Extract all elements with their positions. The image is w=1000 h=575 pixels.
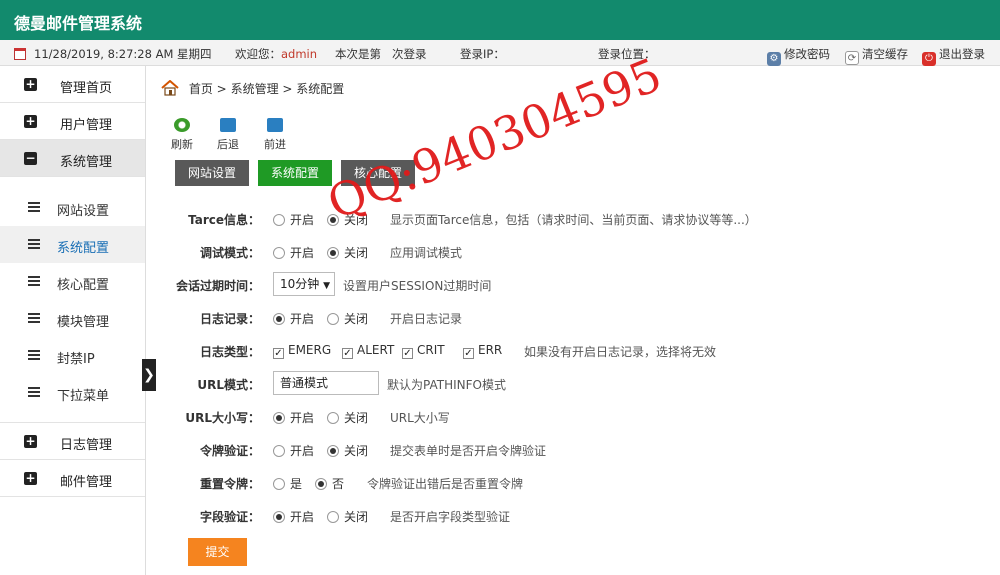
fieldcheck-on-radio[interactable]: 开启 (273, 508, 314, 525)
row-log: 日志记录： 开启 关闭 开启日志记录 (199, 310, 463, 327)
username: admin (281, 47, 318, 61)
clear-cache-link[interactable]: ⟳ 清空缓存 (845, 46, 908, 65)
refresh-button[interactable]: 刷新 (167, 118, 197, 152)
change-password-link[interactable]: ⚙ 修改密码 (767, 46, 830, 66)
token-off-radio[interactable]: 关闭 (327, 442, 368, 459)
dropdown-arrow-icon: ▼ (323, 281, 331, 291)
tarce-off-radio[interactable]: 关闭 (327, 211, 368, 228)
app-title: 德曼邮件管理系统 (14, 14, 143, 33)
breadcrumb-system[interactable]: 系统管理 (231, 82, 279, 96)
calendar-icon (14, 48, 26, 60)
submit-button[interactable]: 提交 (188, 538, 247, 566)
broom-icon: ⟳ (845, 51, 859, 65)
welcome-text: 欢迎您：admin (235, 47, 318, 61)
row-tarce: Tarce信息： 开启 关闭 显示页面Tarce信息，包括（请求时间、当前页面、… (147, 208, 1000, 228)
tab-core-config[interactable]: 核心配置 (341, 160, 416, 186)
logtype-alert-checkbox[interactable]: ✓ ALERT (342, 343, 394, 359)
logtype-crit-checkbox[interactable]: ✓ CRIT (402, 343, 445, 359)
sidebar-item-ban-ip[interactable]: 封禁IP (0, 337, 145, 374)
main-content: 首页 > 系统管理 > 系统配置 刷新 后退 前进 网站设置 系统配置 核心配置… (147, 66, 1000, 575)
logtype-emerg-checkbox[interactable]: ✓ EMERG (273, 343, 331, 359)
tarce-on-radio[interactable]: 开启 (273, 211, 314, 228)
login-count: 本次是第 次登录 (335, 47, 427, 61)
fieldcheck-off-radio[interactable]: 关闭 (327, 508, 368, 525)
row-token: 令牌验证： 开启 关闭 提交表单时是否开启令牌验证 (199, 442, 547, 459)
row-session: 会话过期时间： 10分钟 ▼ 设置用户SESSION过期时间 (147, 272, 1000, 296)
back-button[interactable]: 后退 (213, 118, 243, 152)
log-off-radio[interactable]: 关闭 (327, 310, 368, 327)
breadcrumb: 首页 > 系统管理 > 系统配置 (161, 80, 344, 100)
plus-icon: + (24, 434, 37, 448)
login-ip: 登录IP： (460, 47, 505, 61)
app-header: 德曼邮件管理系统 (0, 0, 1000, 40)
row-url-case: URL大小写： 开启 关闭 URL大小写 (185, 409, 450, 426)
sidebar-item-system-config[interactable]: 系统配置 (0, 226, 145, 263)
list-icon (28, 350, 40, 360)
logout-link[interactable]: ⏻ 退出登录 (922, 46, 985, 66)
session-timeout-select[interactable]: 10分钟 ▼ (273, 272, 335, 296)
reset-token-yes-radio[interactable]: 是 (273, 475, 302, 492)
forward-button[interactable]: 前进 (260, 118, 290, 152)
info-bar: 11/28/2019, 8:27:28 AM 星期四 欢迎您：admin 本次是… (0, 40, 1000, 66)
row-debug: 调试模式： 开启 关闭 应用调试模式 (199, 244, 463, 261)
back-icon (220, 118, 236, 132)
debug-off-radio[interactable]: 关闭 (327, 244, 368, 261)
list-icon (28, 239, 40, 249)
sidebar-group-logs[interactable]: + 日志管理 (0, 423, 145, 460)
row-log-type: 日志类型： ✓ EMERG ✓ ALERT ✓ CRIT ✓ ERR 如果没有开启日志记… (199, 343, 717, 359)
breadcrumb-current: 系统配置 (296, 82, 345, 96)
tab-site-settings[interactable]: 网站设置 (175, 160, 250, 186)
list-icon (28, 313, 40, 323)
sidebar: + 管理首页 + 用户管理 − 系统管理 网站设置 系统配置 核心配置 模块管理… (0, 66, 146, 575)
sidebar-item-site-settings[interactable]: 网站设置 (0, 189, 145, 226)
plus-icon: + (24, 114, 37, 128)
row-reset-token: 重置令牌： 是 否 令牌验证出错后是否重置令牌 (199, 475, 524, 492)
sidebar-group-system[interactable]: − 系统管理 (0, 140, 145, 177)
sidebar-group-mail[interactable]: + 邮件管理 (0, 460, 145, 497)
row-field-check: 字段验证： 开启 关闭 是否开启字段类型验证 (199, 508, 511, 525)
sidebar-item-core-config[interactable]: 核心配置 (0, 263, 145, 300)
log-on-radio[interactable]: 开启 (273, 310, 314, 327)
sidebar-group-home[interactable]: + 管理首页 (0, 66, 145, 103)
home-icon[interactable] (161, 80, 179, 96)
reset-token-no-radio[interactable]: 否 (315, 475, 344, 492)
refresh-icon (174, 118, 190, 132)
login-location: 登录位置： (598, 47, 656, 61)
row-url-mode: URL模式： 普通模式 默认为PATHINFO模式 (147, 371, 1000, 395)
url-mode-select[interactable]: 普通模式 (273, 371, 379, 395)
plus-icon: + (24, 77, 37, 91)
list-icon (28, 276, 40, 286)
plus-icon: + (24, 471, 37, 485)
user-key-icon: ⚙ (767, 52, 781, 66)
sidebar-item-modules[interactable]: 模块管理 (0, 300, 145, 337)
logtype-err-checkbox[interactable]: ✓ ERR (463, 343, 502, 359)
sidebar-item-dropdown-menu[interactable]: 下拉菜单 (0, 374, 145, 411)
urlcase-on-radio[interactable]: 开启 (273, 409, 314, 426)
sidebar-group-users[interactable]: + 用户管理 (0, 103, 145, 140)
field-label: Tarce信息： (188, 213, 260, 227)
tab-system-config[interactable]: 系统配置 (258, 160, 333, 186)
list-icon (28, 202, 40, 212)
urlcase-off-radio[interactable]: 关闭 (327, 409, 368, 426)
list-icon (28, 387, 40, 397)
power-icon: ⏻ (922, 52, 936, 66)
token-on-radio[interactable]: 开启 (273, 442, 314, 459)
debug-on-radio[interactable]: 开启 (273, 244, 314, 261)
datetime-display: 11/28/2019, 8:27:28 AM 星期四 (14, 46, 212, 62)
forward-icon (267, 118, 283, 132)
field-hint: 显示页面Tarce信息，包括（请求时间、当前页面、请求协议等等...） (390, 213, 757, 227)
breadcrumb-home[interactable]: 首页 (189, 82, 213, 96)
minus-icon: − (24, 151, 37, 165)
